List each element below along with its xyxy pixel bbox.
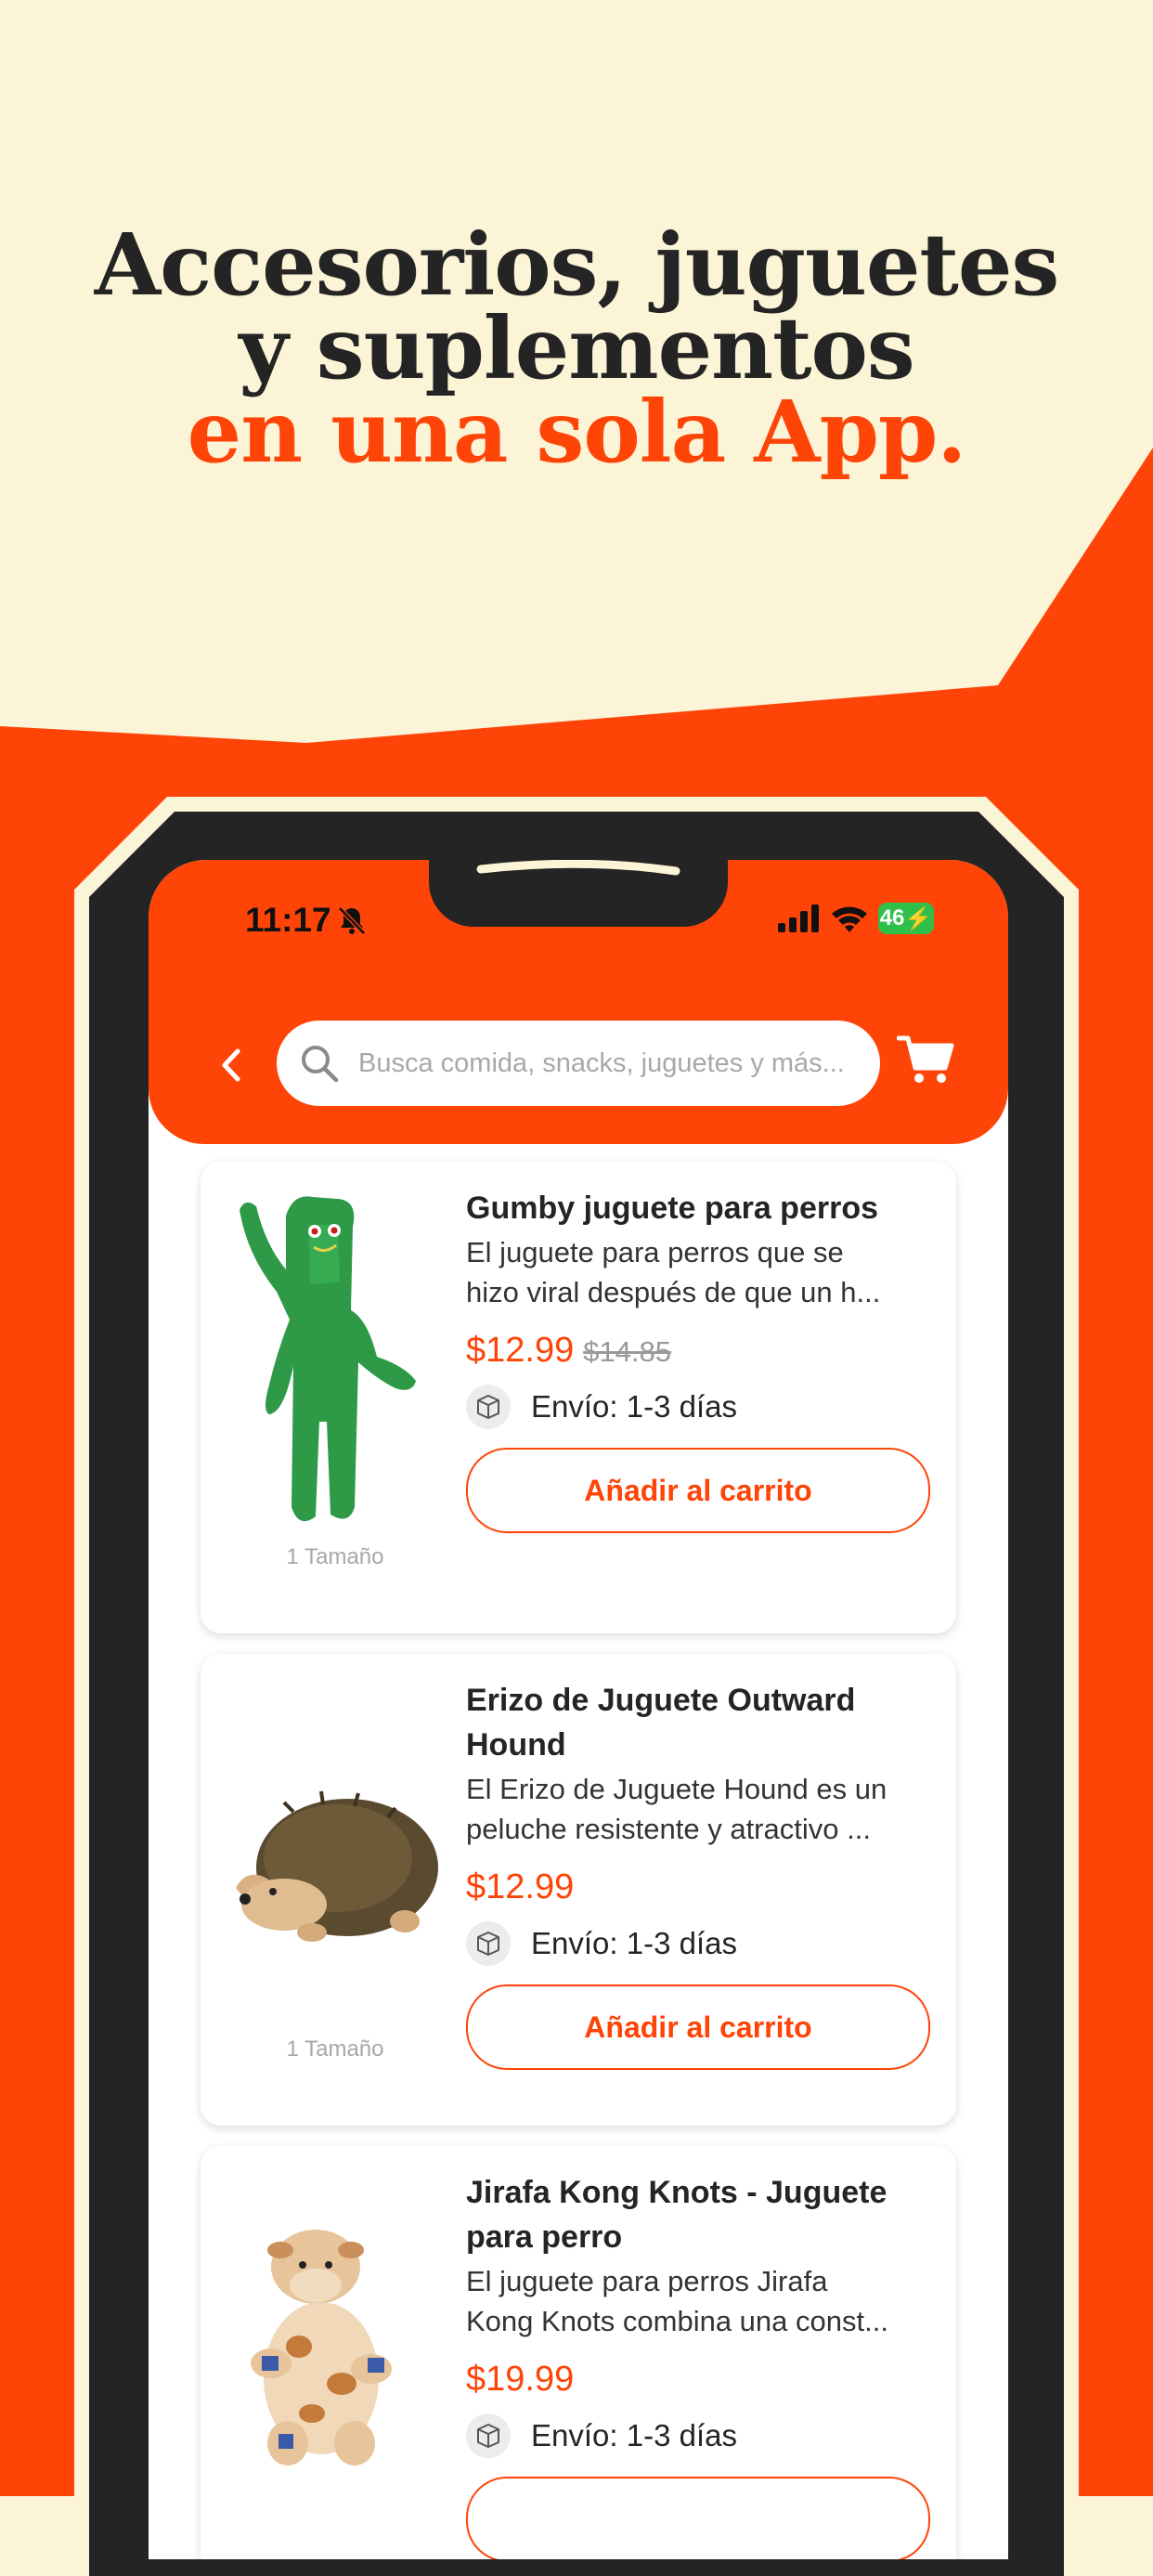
signal-icon [778, 904, 819, 932]
product-description: El Erizo de Juguete Hound es un peluche … [466, 1769, 939, 1849]
cart-icon[interactable] [897, 1033, 954, 1086]
product-title[interactable]: Gumby juguete para perros [466, 1186, 930, 1230]
status-indicators: 46 ⚡ [778, 903, 934, 934]
hero-headline: Accesorios, juguetes y suplementos en un… [0, 215, 1153, 482]
shipping-text: Envío: 1-3 días [531, 2418, 737, 2452]
shipping-text: Envío: 1-3 días [531, 1389, 737, 1424]
product-image-gumby[interactable] [219, 1180, 442, 1533]
product-title-line: Hound [466, 1727, 566, 1763]
product-image-giraffe[interactable] [219, 2165, 442, 2517]
headline-line-2: y suplementos [239, 298, 914, 398]
product-description: El juguete para perros que se hizo viral… [466, 1232, 939, 1312]
search-placeholder: Busca comida, snacks, juguetes y más... [358, 1047, 845, 1078]
battery-indicator: 46 ⚡ [878, 903, 934, 934]
app-header: 11:17 46 ⚡ Busca comida, snacks, juguete… [149, 860, 1008, 1144]
notch-highlight [476, 860, 680, 876]
status-time: 11:17 [245, 901, 331, 939]
headline-accent: en una sola App. [187, 382, 967, 482]
product-title-line: Erizo de Juguete Outward [466, 1683, 856, 1718]
add-to-cart-button[interactable] [466, 2477, 930, 2559]
chevron-left-icon[interactable] [219, 1047, 243, 1083]
battery-level: 46 [879, 905, 905, 930]
product-title[interactable]: Jirafa Kong Knots - Juguete para perro [466, 2170, 930, 2259]
product-card[interactable]: 1 Tamaño Erizo de Juguete Outward Hound … [201, 1654, 956, 2126]
product-title-line: para perro [466, 2219, 623, 2255]
product-description-line: Kong Knots combina una const... [466, 2305, 888, 2337]
old-price: $14.85 [583, 1335, 672, 1368]
wifi-icon [832, 906, 867, 932]
product-title[interactable]: Erizo de Juguete Outward Hound [466, 1678, 930, 1767]
product-description-line: El juguete para perros que se [466, 1236, 844, 1268]
package-icon [466, 2413, 511, 2458]
size-label: 1 Tamaño [286, 2036, 384, 2062]
package-icon [466, 1385, 511, 1429]
current-price: $12.99 [466, 1867, 575, 1906]
bell-muted-icon [338, 906, 366, 935]
product-description-line: hizo viral después de que un h... [466, 1276, 881, 1308]
product-price: $19.99 [466, 2360, 574, 2400]
product-card[interactable]: 1 Tamaño Gumby juguete para perros El ju… [201, 1162, 956, 1633]
product-price: $12.99 $14.85 [466, 1331, 671, 1371]
current-price: $19.99 [466, 2360, 575, 2399]
add-to-cart-button[interactable]: Añadir al carrito [466, 1448, 930, 1533]
phone-screen: 11:17 46 ⚡ Busca comida, snacks, juguete… [149, 860, 1008, 2559]
search-input[interactable]: Busca comida, snacks, juguetes y más... [277, 1021, 880, 1106]
product-price: $12.99 [466, 1867, 574, 1907]
package-icon [466, 1921, 511, 1966]
shipping-info: Envío: 1-3 días [466, 2413, 737, 2458]
shipping-info: Envío: 1-3 días [466, 1385, 737, 1429]
product-title-line: Jirafa Kong Knots - Juguete [466, 2175, 887, 2210]
shipping-info: Envío: 1-3 días [466, 1921, 737, 1966]
headline-line-1: Accesorios, juguetes [94, 215, 1060, 315]
shipping-text: Envío: 1-3 días [531, 1926, 737, 1960]
current-price: $12.99 [466, 1331, 575, 1370]
size-label: 1 Tamaño [286, 1544, 384, 1569]
product-description-line: peluche resistente y atractivo ... [466, 1813, 871, 1845]
product-card[interactable]: Jirafa Kong Knots - Juguete para perro E… [201, 2146, 956, 2559]
search-icon [302, 1046, 339, 1083]
product-description-line: El juguete para perros Jirafa [466, 2265, 828, 2297]
add-to-cart-button[interactable]: Añadir al carrito [466, 1984, 930, 2070]
product-image-hedgehog[interactable] [219, 1672, 442, 2025]
product-description: El juguete para perros Jirafa Kong Knots… [466, 2261, 939, 2341]
product-description-line: El Erizo de Juguete Hound es un [466, 1773, 887, 1805]
charging-bolt-icon: ⚡ [904, 905, 933, 931]
